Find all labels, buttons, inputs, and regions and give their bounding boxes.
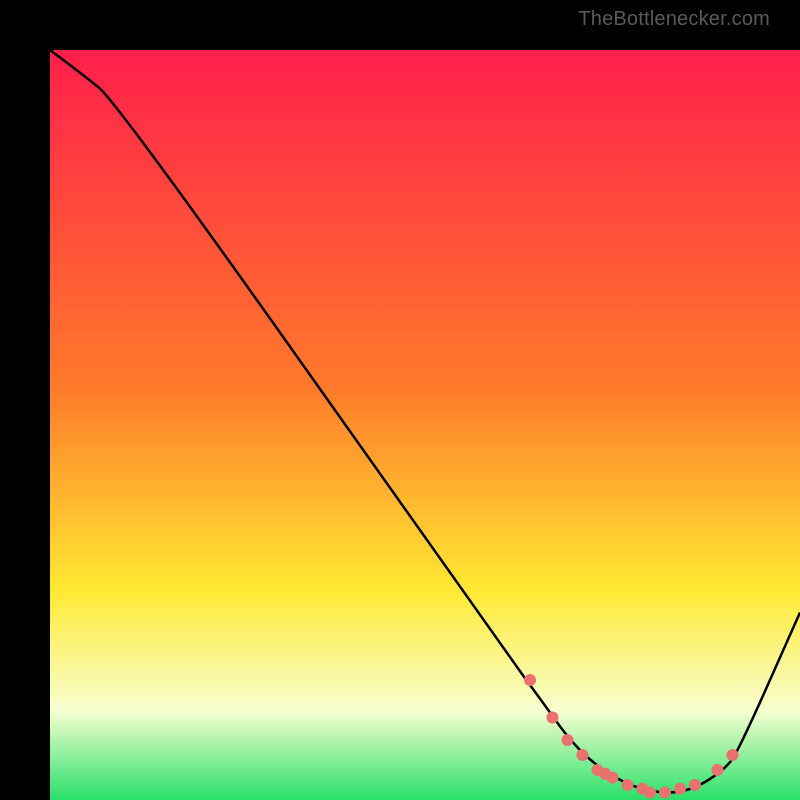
chart-frame bbox=[25, 25, 775, 775]
trough-marker bbox=[727, 749, 739, 761]
trough-marker bbox=[577, 749, 589, 761]
trough-marker bbox=[547, 712, 559, 724]
trough-marker bbox=[689, 779, 701, 791]
trough-marker bbox=[674, 783, 686, 795]
attribution-text: TheBottlenecker.com bbox=[578, 8, 770, 31]
gradient-bg bbox=[50, 50, 800, 800]
bottleneck-chart bbox=[50, 50, 800, 800]
trough-marker bbox=[659, 787, 671, 799]
trough-marker bbox=[562, 734, 574, 746]
trough-marker bbox=[712, 764, 724, 776]
trough-marker bbox=[622, 779, 634, 791]
trough-marker bbox=[524, 674, 536, 686]
trough-marker bbox=[644, 787, 656, 799]
trough-marker bbox=[607, 772, 619, 784]
